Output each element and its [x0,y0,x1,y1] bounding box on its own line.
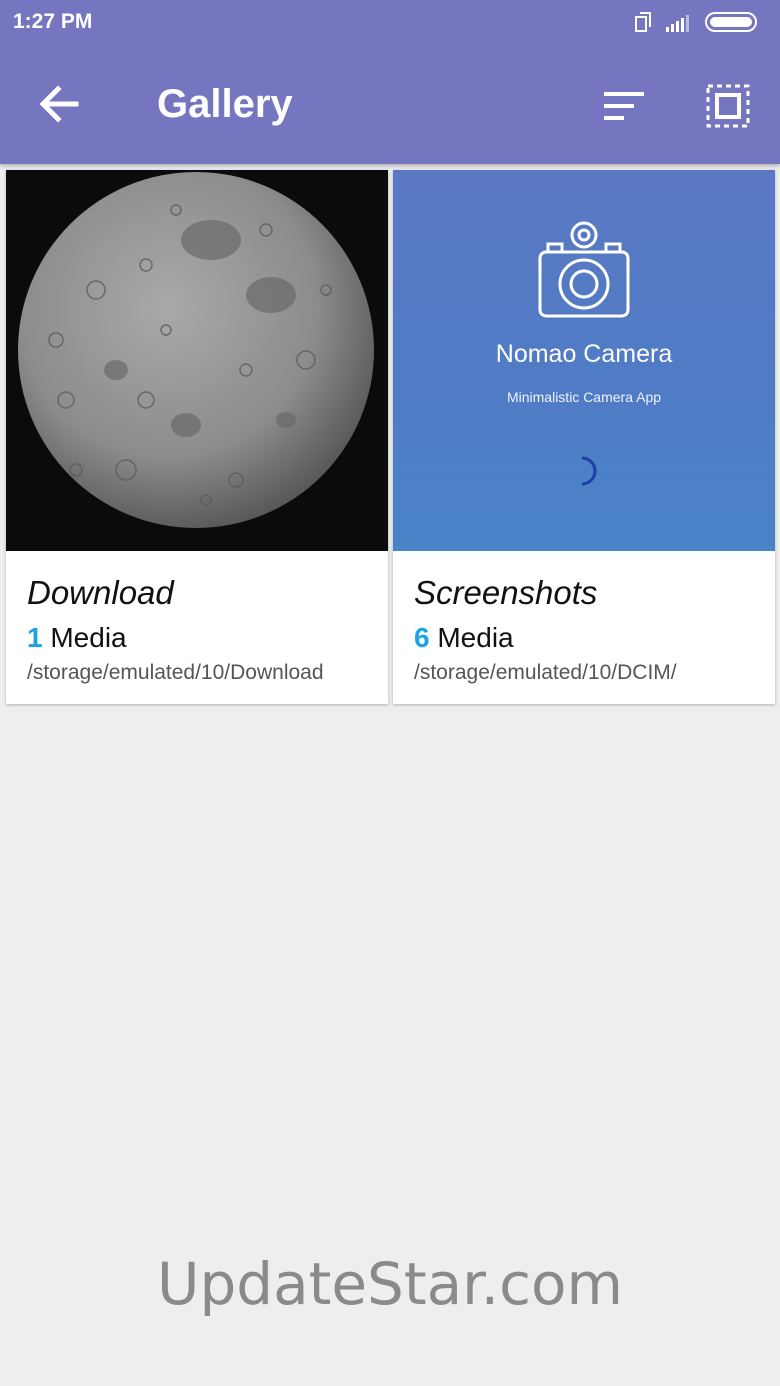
album-card-download[interactable]: Download 1 Media /storage/emulated/10/Do… [6,170,388,704]
album-name: Download [27,574,174,611]
moon-image [18,172,374,528]
loading-spinner-icon [581,456,597,486]
album-media-count: 6 Media [414,622,514,654]
album-card-screenshots[interactable]: Nomao Camera Minimalistic Camera App Scr… [393,170,775,704]
preview-tagline: Minimalistic Camera App [506,389,662,405]
album-thumbnail [6,170,388,551]
media-count-label: Media [42,622,127,653]
status-time: 1:27 PM [13,10,93,33]
battery-icon [705,12,757,32]
page-title: Gallery [157,82,293,126]
preview-app-name: Nomao Camera [495,340,673,368]
album-path: /storage/emulated/10/Download [27,661,324,684]
app-bar: Gallery [0,44,780,164]
status-icons [635,12,757,32]
camera-icon [538,221,630,318]
album-thumbnail: Nomao Camera Minimalistic Camera App [393,170,775,551]
back-arrow-icon[interactable] [32,76,88,132]
media-count-label: Media [429,622,514,653]
media-count-number: 1 [27,622,43,653]
select-all-icon[interactable] [700,80,756,132]
sort-icon[interactable] [596,80,652,132]
album-path: /storage/emulated/10/DCIM/ [414,661,677,684]
watermark: UpdateStar.com [157,1250,623,1318]
signal-icon [666,15,689,32]
sim-icon [635,12,651,32]
status-bar: 1:27 PM [0,0,780,44]
album-media-count: 1 Media [27,622,127,654]
album-name: Screenshots [414,574,598,611]
media-count-number: 6 [414,622,430,653]
